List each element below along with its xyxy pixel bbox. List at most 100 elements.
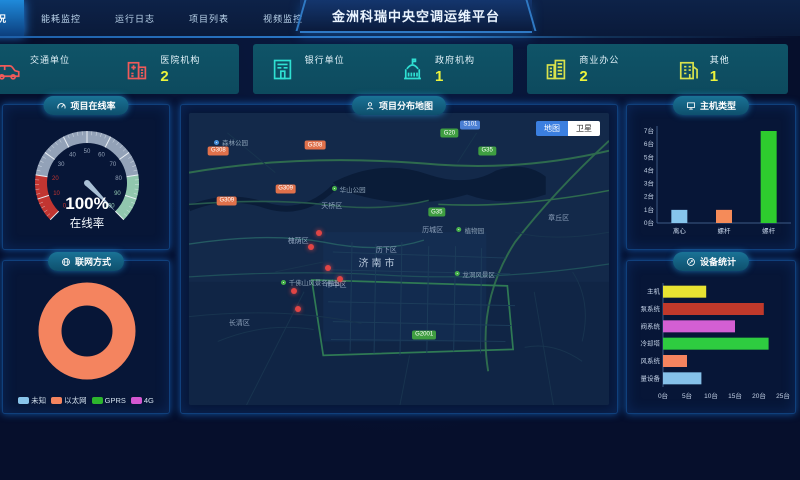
svg-text:量设备: 量设备: [641, 373, 661, 382]
road-badge: G20: [441, 129, 458, 138]
poi-marker[interactable]: 森林公园: [214, 137, 248, 147]
stat-card: 商业办公 2 其他1: [527, 44, 788, 94]
stat-item: 商业办公 2: [527, 53, 657, 85]
city-label: 济南市: [359, 254, 398, 269]
legend-item[interactable]: GPRS: [92, 395, 126, 406]
poi-marker[interactable]: 华山公园: [332, 184, 366, 194]
stat-item: 银行单位: [253, 53, 383, 85]
svg-text:20台: 20台: [752, 391, 766, 400]
svg-text:100%: 100%: [65, 194, 108, 213]
project-marker[interactable]: [316, 230, 322, 236]
stat-label: 商业办公: [579, 53, 619, 66]
svg-text:30: 30: [58, 162, 65, 168]
district-label: 天桥区: [321, 201, 342, 211]
svg-text:0台: 0台: [644, 218, 654, 227]
poi-label: 龙洞风景区: [462, 269, 495, 279]
stat-card: 交通单位 医院机构2: [0, 44, 239, 94]
poi-dot-icon: [281, 280, 286, 285]
road-badge: G35: [479, 146, 496, 155]
legend-swatch: [18, 397, 29, 404]
project-map-panel: 项目分布地图 G308G308G309G309G20G35G35G2001S10…: [180, 104, 618, 414]
road-badge: G309: [275, 184, 296, 193]
poi-marker[interactable]: 植物园: [457, 225, 485, 235]
legend-swatch: [51, 397, 62, 404]
poi-label: 华山公园: [340, 184, 366, 194]
svg-text:3台: 3台: [644, 179, 654, 188]
legend-item[interactable]: 4G: [131, 395, 154, 406]
speedometer-icon: [56, 101, 66, 111]
hospital-icon: [124, 56, 151, 83]
map-canvas[interactable]: G308G308G309G309G20G35G35G2001S101天桥区槐荫区…: [189, 113, 609, 405]
map-view-button[interactable]: 地图: [536, 121, 568, 136]
svg-text:70: 70: [110, 162, 117, 168]
device-stats-bar: [663, 303, 764, 315]
nav-tab[interactable]: 概况: [0, 0, 24, 36]
bank-icon: [269, 56, 296, 83]
device-stats-panel: 设备统计 0台5台10台15台20台25台主机泵系统阀系统冷却塔风系统量设备: [626, 260, 796, 414]
road-badge: G309: [216, 196, 237, 205]
nav-tabs: 概况能耗监控运行日志项目列表视频监控: [0, 0, 320, 36]
district-label: 历城区: [422, 225, 443, 235]
car-icon: [0, 56, 21, 83]
host-type-bar-chart: 0台1台2台3台4台5台6台7台离心螺杆螺杆: [627, 119, 797, 247]
online-rate-panel: 项目在线率 0102030405060708090100100%在线率: [2, 104, 170, 250]
project-marker[interactable]: [337, 276, 343, 282]
stat-label: 其他: [710, 53, 730, 66]
svg-text:7台: 7台: [644, 126, 654, 135]
stat-item: 医院机构2: [108, 53, 238, 85]
legend-label: 以太网: [64, 395, 87, 406]
stat-item: 其他1: [658, 53, 788, 85]
globe-icon: [61, 257, 71, 267]
device-stats-bar-chart: 0台5台10台15台20台25台主机泵系统阀系统冷却塔风系统量设备: [627, 275, 797, 413]
stat-label: 银行单位: [305, 53, 345, 66]
svg-text:阀系统: 阀系统: [641, 321, 661, 330]
legend-item[interactable]: 未知: [18, 395, 46, 406]
project-marker[interactable]: [295, 306, 301, 312]
nav-tab[interactable]: 运行日志: [98, 0, 172, 36]
svg-text:5台: 5台: [682, 391, 692, 400]
svg-text:5台: 5台: [644, 152, 654, 161]
building-icon: [674, 56, 701, 83]
svg-text:螺杆: 螺杆: [718, 226, 732, 235]
map-layer-toggle: 地图 卫星: [536, 121, 600, 136]
svg-text:6台: 6台: [644, 139, 654, 148]
poi-marker[interactable]: 龙洞风景区: [454, 269, 495, 279]
online-rate-pill: 项目在线率: [43, 96, 128, 115]
svg-text:螺杆: 螺杆: [762, 226, 776, 235]
device-stats-bar: [663, 355, 687, 367]
host-type-bar: [716, 210, 732, 223]
government-icon: [399, 56, 426, 83]
legend-label: 未知: [31, 395, 46, 406]
road-badge: G2001: [412, 330, 436, 339]
svg-text:90: 90: [114, 191, 121, 197]
office-icon: [543, 56, 570, 83]
poi-dot-icon: [214, 140, 219, 145]
poi-dot-icon: [457, 227, 462, 232]
road-badge: S101: [460, 120, 480, 129]
network-pill: 联网方式: [48, 252, 124, 271]
stat-value: 2: [579, 68, 619, 85]
legend-item[interactable]: 以太网: [51, 395, 87, 406]
satellite-view-button[interactable]: 卫星: [568, 121, 600, 136]
gauge-chart: 0102030405060708090100100%在线率: [3, 119, 171, 245]
project-marker[interactable]: [308, 244, 314, 250]
poi-label: 千佛山风景名胜区: [289, 277, 341, 287]
nav-tab[interactable]: 项目列表: [172, 0, 246, 36]
project-marker[interactable]: [325, 265, 331, 271]
stat-label: 交通单位: [30, 53, 70, 66]
poi-dot-icon: [454, 271, 459, 276]
device-stats-bar: [663, 286, 706, 298]
device-stats-bar: [663, 372, 701, 384]
device-stats-bar: [663, 338, 769, 350]
panel-title: 联网方式: [75, 255, 111, 268]
donut-legend: 未知 以太网 GPRS 4G: [3, 395, 169, 406]
svg-text:风系统: 风系统: [641, 356, 661, 365]
poi-marker[interactable]: 千佛山风景名胜区: [281, 277, 341, 287]
svg-text:2台: 2台: [644, 192, 654, 201]
svg-text:泵系统: 泵系统: [641, 304, 661, 313]
nav-tab[interactable]: 能耗监控: [24, 0, 98, 36]
project-marker[interactable]: [291, 288, 297, 294]
road-badge: G35: [428, 208, 445, 217]
svg-text:60: 60: [98, 152, 105, 158]
stat-item: 政府机构1: [383, 53, 513, 85]
